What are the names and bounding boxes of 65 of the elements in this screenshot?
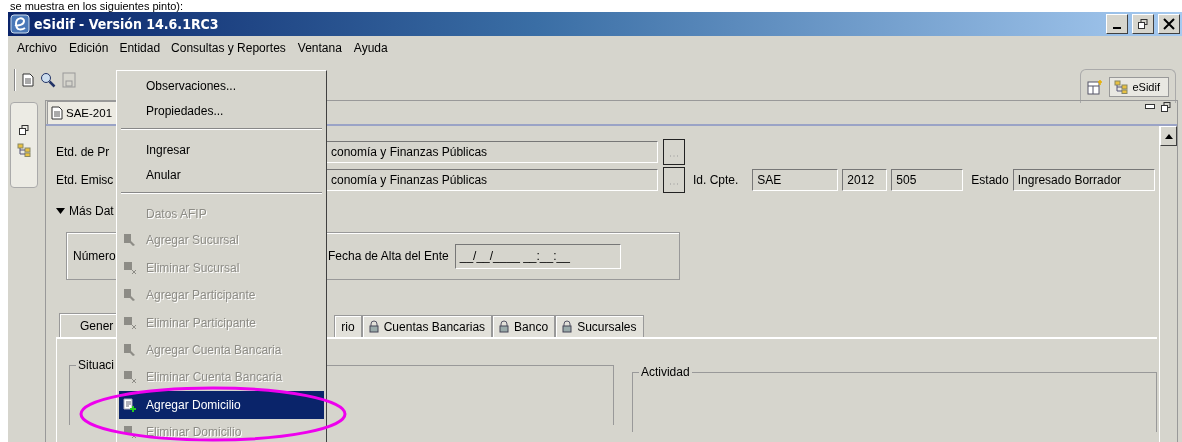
restore-icon[interactable] [19,125,29,135]
tab[interactable]: Banco [492,315,556,337]
browse-button[interactable] [663,139,685,165]
ellipsis-icon [669,180,679,185]
menu-item[interactable]: Ventana [292,38,347,58]
tab[interactable]: rio [334,315,362,337]
field-label: Etd. Emisc [56,173,114,187]
caret-icon [56,208,65,214]
restore-icon [1138,19,1148,29]
entity-field[interactable]: conomía y Finanzas Públicas [326,141,658,163]
new-document-icon[interactable] [22,73,34,87]
menu-item[interactable]: Archivo [12,38,62,58]
field-label: Etd. de Pr [56,145,110,159]
search-icon[interactable] [40,72,56,88]
caption-text: se muestra en los siguientes pinto): [9,0,185,12]
group-title: Actividad [638,365,692,379]
perspective-button[interactable]: eSidif [1109,76,1169,97]
field-label: Número [73,249,116,263]
field-label: Fecha de Alta del Ente [328,249,449,263]
open-perspective-icon[interactable] [1087,78,1104,95]
menu-entry[interactable]: Anular [119,162,324,188]
more-data-toggle[interactable]: Más Dat [56,204,114,218]
minimize-button[interactable] [1106,14,1128,34]
remove-item-icon [123,260,137,275]
close-icon [1163,18,1175,30]
app-logo-icon [10,14,30,34]
status-field[interactable]: Ingresado Borrador [1012,169,1155,191]
document-icon [51,106,63,120]
window-title: eSidif - Versión 14.6.1RC3 [34,16,219,32]
menu-item[interactable]: Entidad [115,39,165,57]
minimize-icon[interactable] [1145,104,1155,110]
browse-button[interactable] [663,167,685,193]
menu-entry[interactable]: Observaciones... [119,74,324,99]
field-label: Estado [971,173,1009,187]
group-title: Situaci [76,358,117,372]
menu-item[interactable]: Ayuda [348,38,393,58]
add-document-icon [123,397,137,412]
add-item-icon [123,288,137,303]
maximize-icon[interactable] [1161,102,1171,112]
id-field[interactable]: 2012 [842,169,888,191]
add-item-icon [123,343,137,357]
date-field[interactable]: __/__/____ __:__:__ [454,243,621,269]
menu-entry[interactable]: Ingresar [119,137,324,163]
scroll-up-button[interactable] [1160,126,1177,146]
ellipsis-icon [669,152,679,157]
tree-icon [1114,79,1129,94]
remove-item-icon [123,425,137,440]
scroll-bar[interactable] [1159,126,1177,442]
tab[interactable]: Sucursales [555,315,644,337]
tree-icon[interactable] [17,143,31,157]
id-field[interactable]: SAE [752,169,839,191]
menu-item[interactable]: Edición [64,38,114,58]
tab[interactable]: Cuentas Bancarias [361,315,493,337]
menu-item[interactable]: Consultas y Reportes [166,38,291,58]
id-field[interactable]: 505 [891,169,964,191]
remove-item-icon [123,370,137,385]
field-label: Id. Cpte. [693,173,739,187]
entity-field[interactable]: conomía y Finanzas Públicas [326,169,658,191]
restore-button[interactable] [1132,14,1154,34]
menu-entry[interactable]: Agregar Domicilio [119,391,324,419]
up-arrow-icon [1164,133,1173,139]
add-item-icon [123,233,137,248]
close-button[interactable] [1158,14,1180,34]
remove-item-icon [123,315,137,330]
minimize-icon [1113,27,1121,29]
